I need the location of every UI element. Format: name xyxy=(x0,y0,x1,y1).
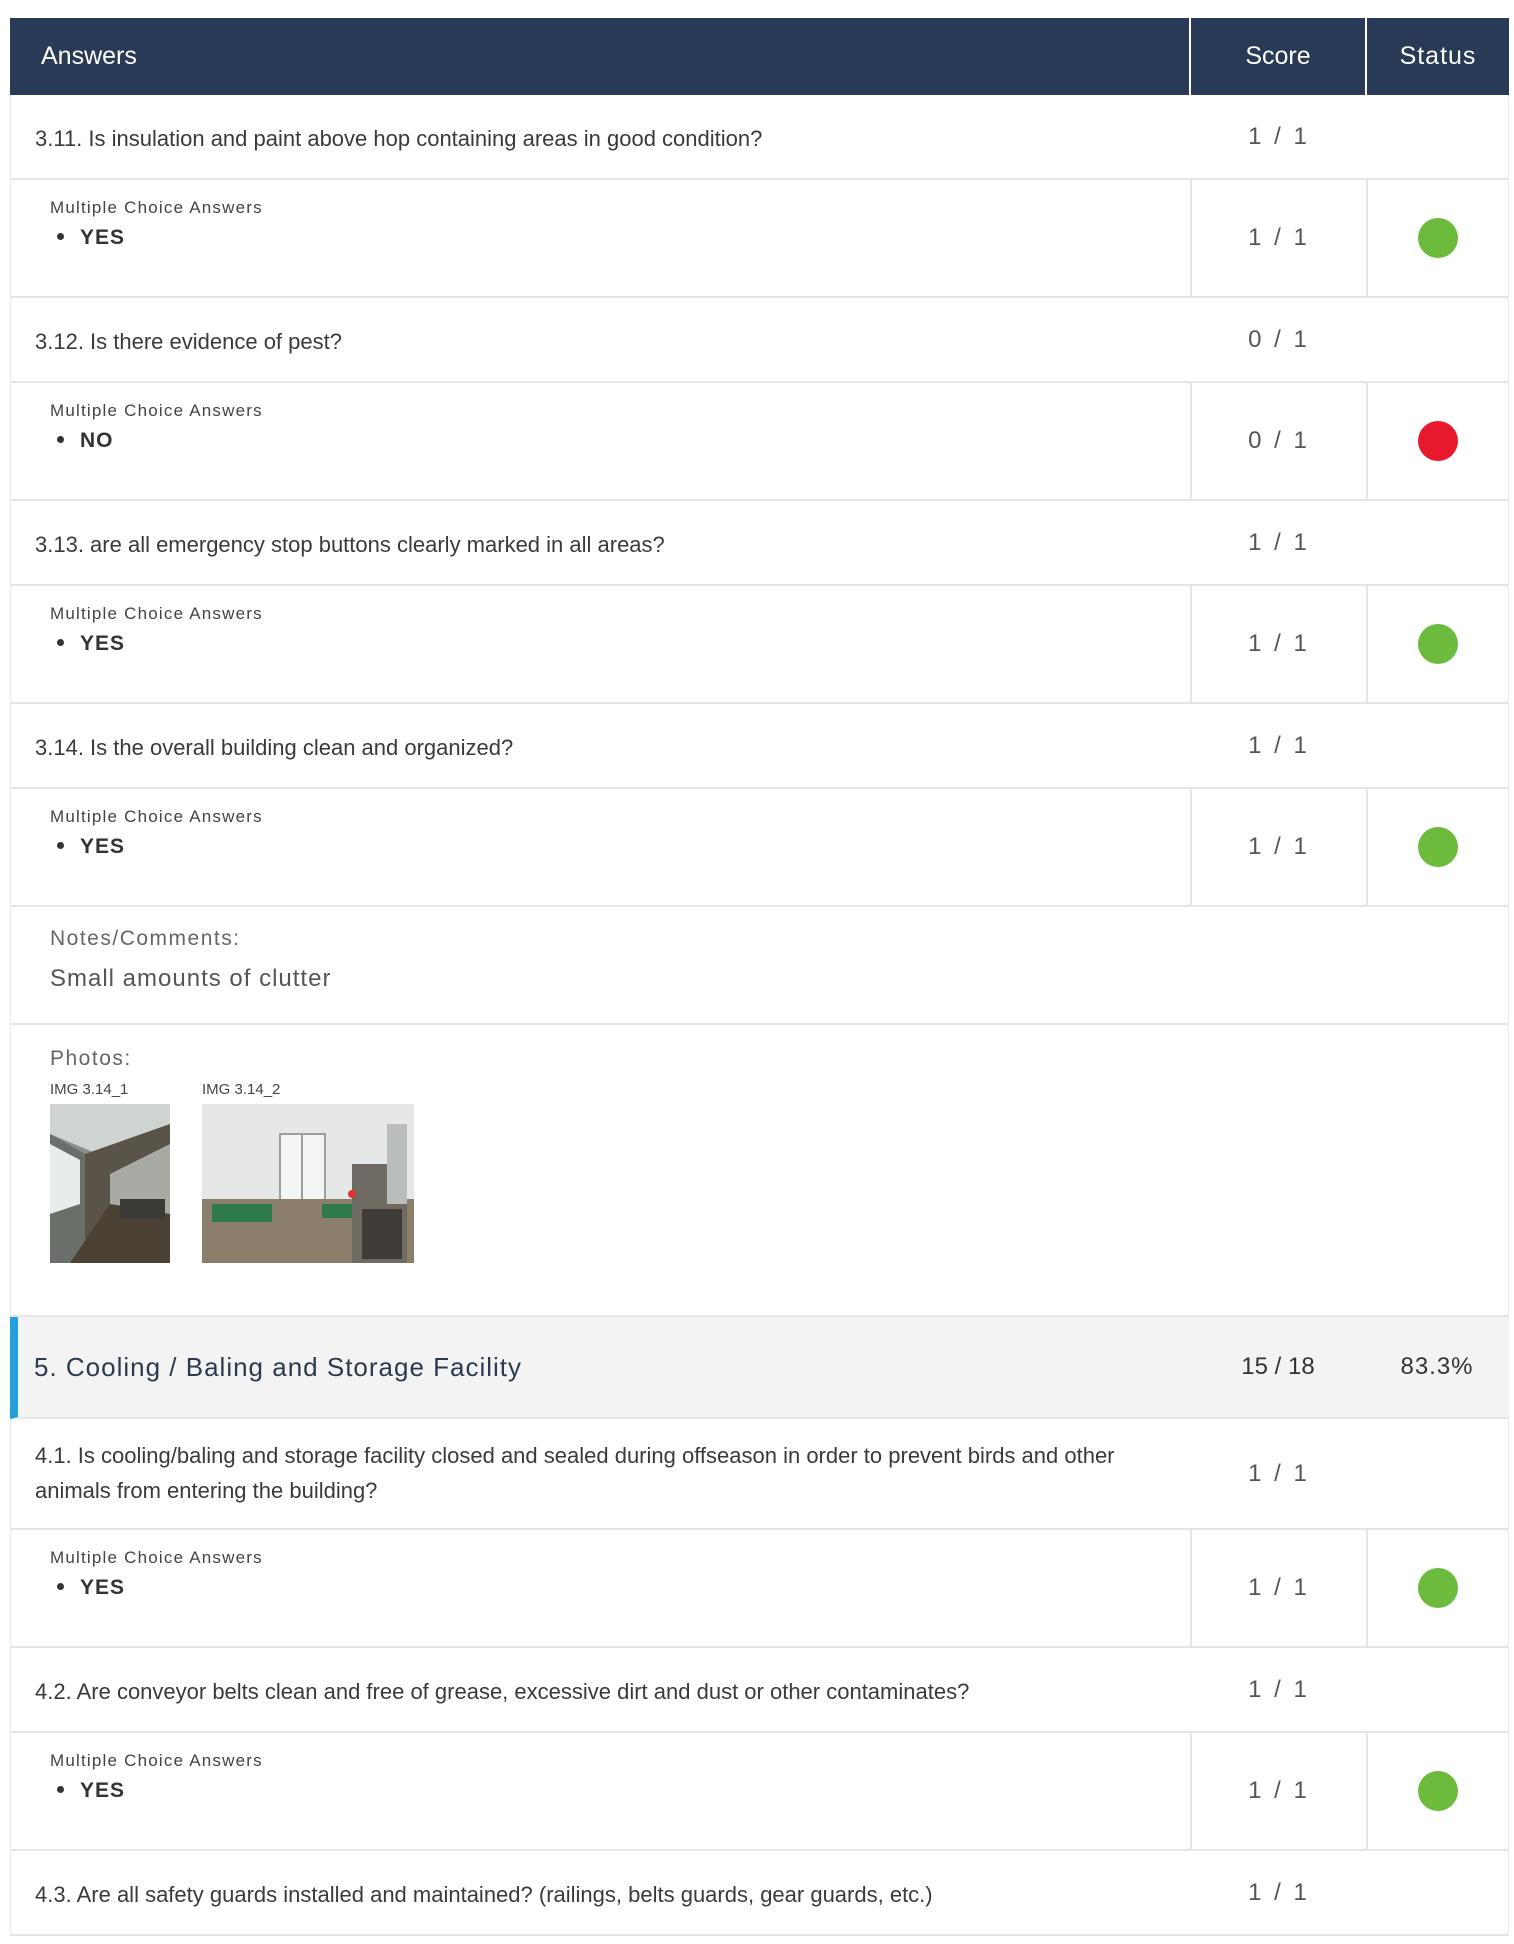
answer-score: 1 / 1 xyxy=(1192,1733,1368,1849)
answer-label: Multiple Choice Answers xyxy=(50,401,263,420)
answer-label: Multiple Choice Answers xyxy=(50,1548,263,1567)
status-column-header: Status xyxy=(1399,42,1477,70)
status-fail-icon xyxy=(1418,421,1458,461)
answer-value: YES xyxy=(80,835,126,858)
bullet-icon xyxy=(57,232,64,240)
question-score: 0 / 1 xyxy=(1248,325,1310,353)
bullet-icon xyxy=(57,1582,64,1590)
answer-score: 0 / 1 xyxy=(1192,383,1368,499)
section-score: 15 / 18 xyxy=(1241,1353,1315,1380)
question-score: 1 / 1 xyxy=(1248,731,1310,759)
notes-label: Notes/Comments: xyxy=(50,927,241,950)
answer-label: Multiple Choice Answers xyxy=(50,604,263,623)
question-row: 3.13. are all emergency stop buttons cle… xyxy=(10,501,1509,586)
question-row: 4.2. Are conveyor belts clean and free o… xyxy=(10,1648,1509,1733)
answer-label: Multiple Choice Answers xyxy=(50,198,263,217)
status-pass-icon xyxy=(1418,1771,1458,1811)
answer-row: Multiple Choice Answers YES 1 / 1 xyxy=(10,586,1509,704)
question-score: 1 / 1 xyxy=(1248,1675,1310,1703)
table-header: Answers Score Status xyxy=(10,18,1509,95)
answer-label: Multiple Choice Answers xyxy=(50,1751,263,1770)
score-column-header: Score xyxy=(1191,18,1367,95)
answer-row: Multiple Choice Answers YES 1 / 1 xyxy=(10,1733,1509,1851)
question-score: 1 / 1 xyxy=(1248,528,1310,556)
bullet-icon xyxy=(57,841,64,849)
answer-value: YES xyxy=(80,1779,126,1802)
photos-label: Photos: xyxy=(50,1047,132,1070)
answer-value: NO xyxy=(80,429,114,452)
storage-room-photo[interactable] xyxy=(202,1104,414,1263)
question-text: 4.3. Are all safety guards installed and… xyxy=(35,1882,933,1907)
bullet-icon xyxy=(57,1785,64,1793)
section-header[interactable]: 5. Cooling / Baling and Storage Facility… xyxy=(10,1317,1509,1419)
answer-row: Multiple Choice Answers YES 1 / 1 xyxy=(10,180,1509,298)
answer-score: 1 / 1 xyxy=(1192,789,1368,905)
answer-value: YES xyxy=(80,226,126,249)
question-row: 3.12. Is there evidence of pest? 0 / 1 xyxy=(10,298,1509,383)
photos-row: Photos: IMG 3.14_1 IMG 3.14_2 xyxy=(10,1025,1509,1317)
notes-row: Notes/Comments: Small amounts of clutter xyxy=(10,907,1509,1025)
answer-value: YES xyxy=(80,632,126,655)
question-row: 4.3. Are all safety guards installed and… xyxy=(10,1851,1509,1936)
question-text: 3.12. Is there evidence of pest? xyxy=(35,329,342,354)
answer-score: 1 / 1 xyxy=(1192,180,1368,296)
answer-label: Multiple Choice Answers xyxy=(50,807,263,826)
question-text: 3.11. Is insulation and paint above hop … xyxy=(35,126,763,151)
status-pass-icon xyxy=(1418,218,1458,258)
photo-caption: IMG 3.14_1 xyxy=(50,1081,129,1098)
status-pass-icon xyxy=(1418,827,1458,867)
question-row: 3.11. Is insulation and paint above hop … xyxy=(10,95,1509,180)
section-percent: 83.3% xyxy=(1400,1353,1474,1380)
warehouse-interior-photo[interactable] xyxy=(50,1104,170,1263)
answer-row: Multiple Choice Answers NO 0 / 1 xyxy=(10,383,1509,501)
answer-row: Multiple Choice Answers YES 1 / 1 xyxy=(10,789,1509,907)
inspection-report: Answers Score Status 3.11. Is insulation… xyxy=(10,18,1509,1936)
status-pass-icon xyxy=(1418,1568,1458,1608)
question-text: 3.14. Is the overall building clean and … xyxy=(35,735,514,760)
question-score: 1 / 1 xyxy=(1248,122,1310,150)
photo-thumbnail[interactable]: IMG 3.14_1 xyxy=(50,1081,170,1268)
question-score: 1 / 1 xyxy=(1248,1459,1310,1487)
question-row: 4.1. Is cooling/baling and storage facil… xyxy=(10,1419,1509,1530)
answer-row: Multiple Choice Answers YES 1 / 1 xyxy=(10,1530,1509,1648)
answer-score: 1 / 1 xyxy=(1192,1530,1368,1646)
section-title: 5. Cooling / Baling and Storage Facility xyxy=(34,1351,523,1382)
question-row: 3.14. Is the overall building clean and … xyxy=(10,704,1509,789)
bullet-icon xyxy=(57,435,64,443)
answer-value: YES xyxy=(80,1576,126,1599)
question-score: 1 / 1 xyxy=(1248,1878,1310,1906)
photo-thumbnail[interactable]: IMG 3.14_2 xyxy=(202,1081,414,1268)
question-text: 4.2. Are conveyor belts clean and free o… xyxy=(35,1679,970,1704)
bullet-icon xyxy=(57,638,64,646)
answers-column-header: Answers xyxy=(10,18,1191,95)
notes-text: Small amounts of clutter xyxy=(50,965,332,992)
photo-caption: IMG 3.14_2 xyxy=(202,1081,281,1098)
question-text: 3.13. are all emergency stop buttons cle… xyxy=(35,532,665,557)
status-pass-icon xyxy=(1418,624,1458,664)
question-text: 4.1. Is cooling/baling and storage facil… xyxy=(35,1443,1115,1503)
answer-score: 1 / 1 xyxy=(1192,586,1368,702)
